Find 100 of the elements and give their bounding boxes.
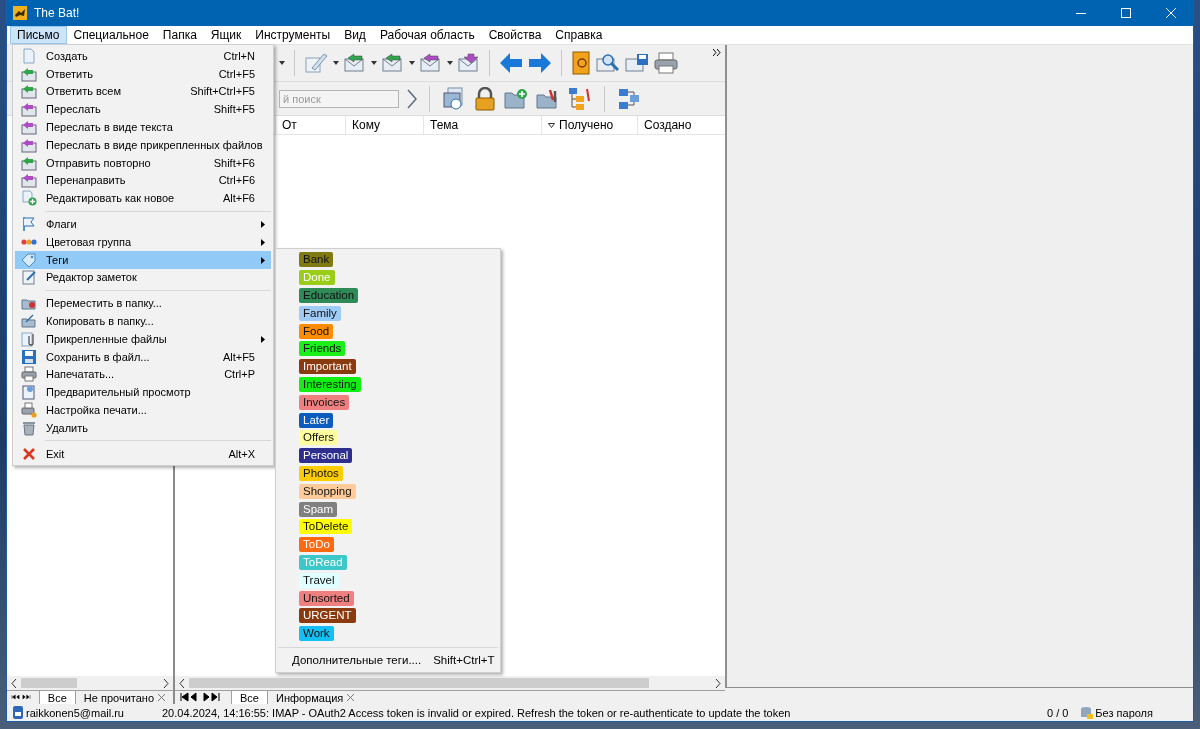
envelope-reply-icon	[21, 65, 37, 82]
menu-item[interactable]: Теги	[15, 250, 271, 269]
envelope-search-icon	[596, 52, 620, 74]
tag-item[interactable]: Photos	[299, 465, 343, 481]
column-header[interactable]: Создано	[637, 116, 723, 134]
menu-bar-item[interactable]: Специальное	[66, 26, 156, 44]
menu-item[interactable]: Копировать в папку...	[15, 312, 271, 330]
envelope-reply-all-icon	[382, 53, 404, 73]
menu-bar-item[interactable]: Письмо	[10, 26, 67, 44]
password-status: Без пароля	[1095, 706, 1153, 719]
printer-icon	[654, 52, 678, 74]
tag-item[interactable]: Bank	[299, 252, 334, 268]
tag-item[interactable]: ToDelete	[299, 519, 353, 535]
column-label: Кому	[352, 118, 381, 132]
menu-item[interactable]: Переслать Shift+F5	[15, 100, 271, 119]
envelope-forward-icon	[21, 136, 37, 153]
column-header[interactable]: Тема	[423, 116, 541, 134]
app-logo-icon	[13, 6, 27, 20]
close-icon	[1165, 8, 1176, 18]
tag-item[interactable]: Personal	[299, 448, 353, 464]
printer-settings-icon	[21, 402, 37, 419]
note-edit-icon	[21, 269, 37, 286]
menu-item[interactable]: Exit Alt+X	[15, 444, 271, 463]
caret-icon	[333, 61, 339, 65]
menu-item[interactable]: Флаги	[15, 215, 271, 233]
tag-item[interactable]: Shopping	[299, 483, 356, 499]
menu-bar-item[interactable]: Вид	[337, 26, 373, 44]
column-header[interactable]: От	[275, 116, 345, 134]
tag-item[interactable]: Offers	[299, 430, 339, 446]
tag-item[interactable]: Invoices	[299, 394, 350, 410]
document-clock-icon	[442, 86, 466, 111]
menu-item[interactable]: Ответить Ctrl+F5	[15, 64, 271, 83]
sort-icon	[548, 122, 555, 128]
column-header[interactable]: Кому	[345, 116, 423, 134]
column-label: От	[282, 118, 297, 132]
column-label: Тема	[430, 118, 459, 132]
tag-item[interactable]: Later	[299, 412, 334, 428]
envelope-reply-icon	[21, 154, 37, 171]
tag-item[interactable]: Friends	[299, 341, 346, 357]
submenu-arrow-icon	[261, 335, 265, 343]
scroll-right-icon	[163, 678, 169, 688]
menu-bar-item[interactable]: Ящик	[203, 26, 249, 44]
menu-item[interactable]: Переслать в виде текста	[15, 118, 271, 136]
envelope-forward-icon	[21, 172, 37, 189]
menu-bar-item[interactable]: Справка	[548, 26, 610, 44]
menu-item[interactable]: Перенаправить Ctrl+F6	[15, 171, 271, 190]
tab[interactable]: Все	[38, 691, 75, 704]
flag-icon	[21, 216, 37, 233]
tag-item[interactable]: Travel	[299, 572, 339, 588]
arrow-left-icon	[499, 52, 523, 74]
scrollbar-thumb[interactable]	[21, 678, 77, 688]
menu-item[interactable]: Создать Ctrl+N	[15, 47, 271, 65]
scrollbar-thumb[interactable]	[189, 678, 649, 688]
tag-item[interactable]: Interesting	[299, 376, 361, 392]
menu-item[interactable]: Дополнительные теги.... Shift+Ctrl+T	[278, 646, 498, 670]
caret-icon	[371, 61, 377, 65]
envelope-forward-icon	[21, 119, 37, 136]
menu-bar-item[interactable]: Рабочая область	[372, 26, 482, 44]
scroll-left-icon	[11, 678, 17, 688]
menu-item[interactable]: Прикрепленные файлы	[15, 329, 271, 348]
scroll-right-icon	[715, 678, 721, 688]
folder-tools-icon	[536, 87, 560, 110]
close-icon	[21, 445, 37, 462]
tab[interactable]: Все	[231, 691, 267, 704]
tag-item[interactable]: Work	[299, 626, 334, 642]
menu-item[interactable]: Отправить повторно Shift+F6	[15, 153, 271, 172]
menu-item[interactable]: Удалить	[15, 418, 271, 437]
tag-item[interactable]: Food	[299, 323, 334, 339]
printer-icon	[21, 366, 37, 383]
menu-bar-item[interactable]: Свойства	[481, 26, 549, 44]
menu-item[interactable]: Предварительный просмотр	[15, 383, 271, 402]
caret-icon	[447, 61, 453, 65]
search-field[interactable]: й поиск	[279, 89, 399, 108]
menu-bar-item[interactable]: Инструменты	[248, 26, 338, 44]
menu-item[interactable]: Редактировать как новое Alt+F6	[15, 189, 271, 208]
network-icon	[617, 86, 641, 111]
menu-item[interactable]: Настройка печати...	[15, 401, 271, 419]
menu-item[interactable]: Цветовая группа	[15, 232, 271, 251]
tag-item[interactable]: Unsorted	[299, 590, 354, 606]
menu-item[interactable]: Переслать в виде прикрепленных файлов	[15, 136, 271, 154]
database-lock-icon	[1080, 705, 1095, 720]
envelope-reply-icon	[344, 53, 366, 73]
tag-item[interactable]: Family	[299, 305, 341, 321]
menu-item[interactable]: Напечатать... Ctrl+P	[15, 365, 271, 384]
tag-item[interactable]: URGENT	[299, 608, 356, 624]
folder-copy-icon	[21, 313, 37, 330]
envelope-forward-icon	[21, 101, 37, 118]
menu-item[interactable]: Ответить всем Shift+Ctrl+F5	[15, 82, 271, 101]
tag-item[interactable]: Spam	[299, 501, 338, 517]
column-header[interactable]: Получено	[541, 116, 637, 134]
tag-item[interactable]: Education	[299, 288, 359, 303]
envelope-redirect-icon	[458, 53, 480, 73]
floppy-icon	[21, 348, 37, 365]
menu-item[interactable]: Сохранить в файл... Alt+F5	[15, 347, 271, 366]
menu-item[interactable]: Переместить в папку...	[15, 294, 271, 313]
menu-bar-item[interactable]: Папка	[155, 26, 204, 44]
tab-navigation-icon[interactable]	[11, 691, 33, 703]
tag-item[interactable]: Important	[299, 359, 356, 375]
menu-item[interactable]: Редактор заметок	[15, 268, 271, 287]
message-counter: 0 / 0	[1046, 706, 1069, 719]
